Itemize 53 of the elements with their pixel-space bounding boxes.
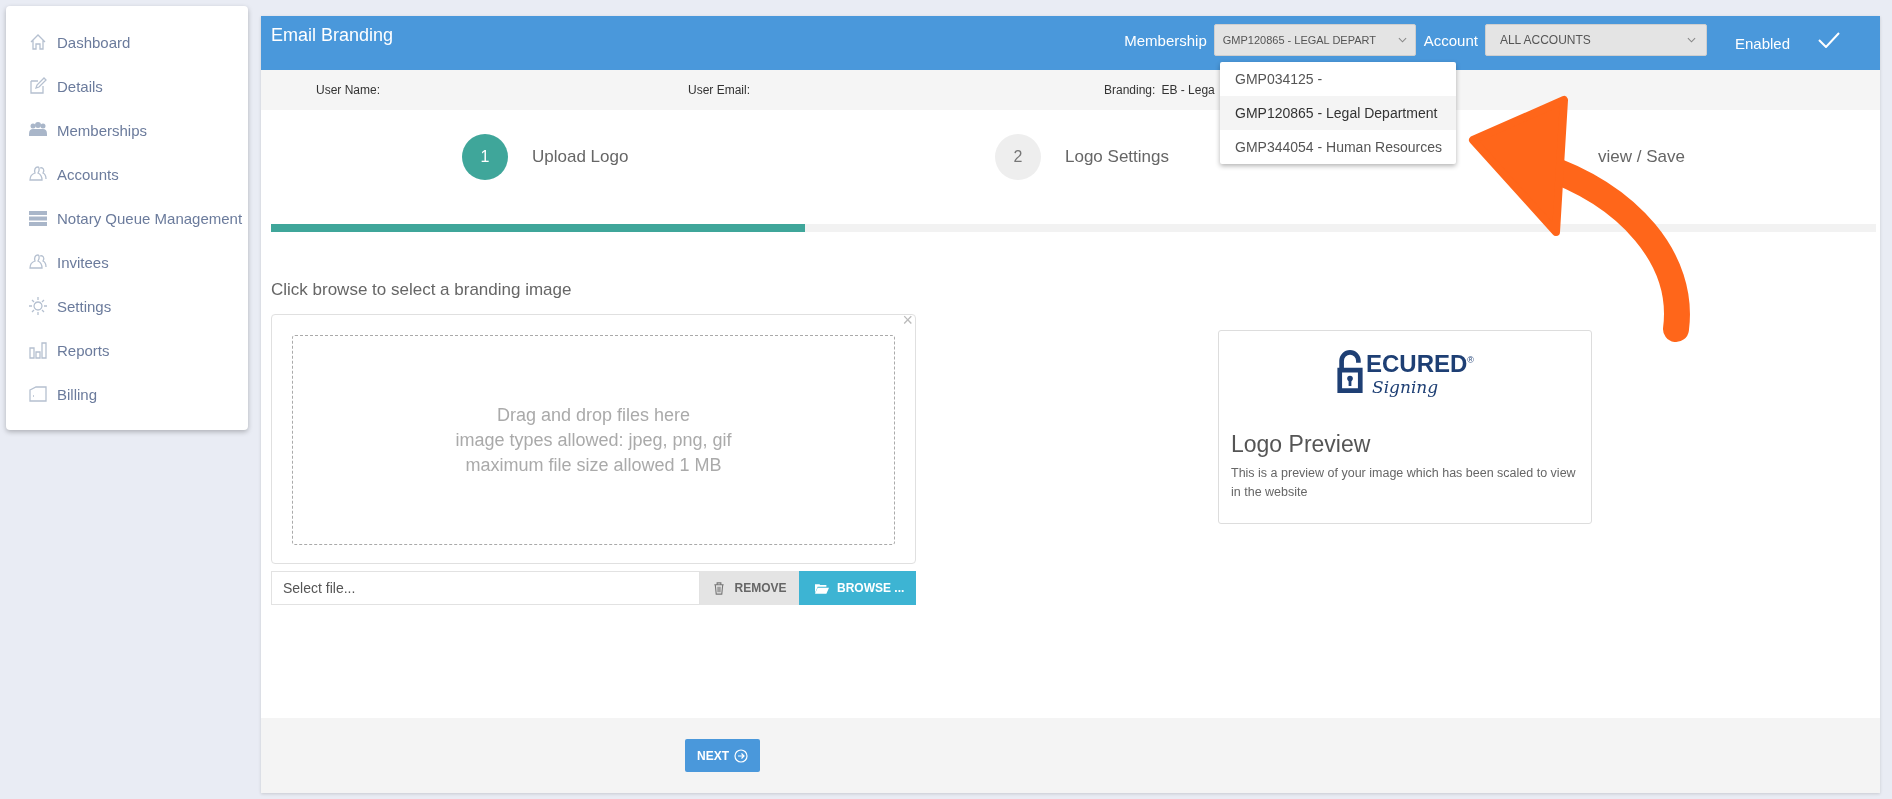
- users-icon: [28, 164, 48, 184]
- bar-chart-icon: [28, 340, 48, 360]
- browse-button[interactable]: BROWSE ...: [799, 571, 916, 605]
- sidebar-item[interactable]: Accounts: [6, 152, 248, 196]
- dropdown-option[interactable]: GMP034125 -: [1220, 62, 1456, 96]
- sidebar-item[interactable]: Billing: [6, 372, 248, 416]
- drop-zone-text: maximum file size allowed 1 MB: [465, 453, 722, 477]
- chevron-icon: [1686, 37, 1696, 43]
- preview-title: Logo Preview: [1231, 431, 1372, 458]
- chevron-icon: [1397, 37, 1407, 43]
- drop-zone-text: Drag and drop files here: [496, 403, 691, 427]
- dropdown-option[interactable]: GMP344054 - Human Resources: [1220, 130, 1456, 164]
- folder-icon: [815, 581, 829, 595]
- user-name-label: User Name:: [316, 83, 381, 97]
- drop-zone[interactable]: Drag and drop files here image types allowed: jpeg, png, gif maximum file size allowed 1 MB: [292, 335, 895, 545]
- check-icon[interactable]: [1818, 32, 1840, 48]
- sidebar-item[interactable]: Memberships: [6, 108, 248, 152]
- next-button[interactable]: NEXT: [685, 739, 760, 772]
- drop-zone-text: image types allowed: jpeg, png, gif: [455, 428, 732, 452]
- sidebar-item[interactable]: Settings: [6, 284, 248, 328]
- branding-label: Branding:: [1104, 83, 1156, 97]
- file-input[interactable]: Select file...: [271, 571, 700, 605]
- server-icon: [28, 208, 48, 228]
- users-icon: [28, 252, 48, 272]
- account-select[interactable]: ALL ACCOUNTS: [1484, 24, 1707, 56]
- user-email-label: User Email:: [688, 83, 751, 97]
- membership-select[interactable]: GMP120865 - LEGAL DEPART: [1213, 24, 1416, 56]
- sidebar-item[interactable]: Notary Queue Management: [6, 196, 248, 240]
- sidebar-item[interactable]: Details: [6, 64, 248, 108]
- preview-description: This is a preview of your image which has been scaled to view in the website: [1231, 465, 1577, 501]
- remove-button[interactable]: REMOVE: [700, 571, 799, 605]
- enabled-label: Enabled: [1734, 34, 1790, 52]
- branding-value: EB - Lega: [1161, 83, 1215, 97]
- sidebar-item[interactable]: Dashboard: [6, 20, 248, 64]
- trash-icon: [712, 581, 727, 595]
- step-label[interactable]: Logo Settings: [1065, 147, 1169, 167]
- step-label[interactable]: view / Save: [1598, 147, 1685, 167]
- home-icon: [28, 32, 48, 52]
- edit-icon: [28, 76, 48, 96]
- logo-script-text: Signing: [1372, 377, 1440, 397]
- padlock-icon: [1336, 348, 1364, 396]
- logo-text: ECURED$^{®}$: [1366, 349, 1474, 377]
- step-number[interactable]: 2: [995, 134, 1041, 180]
- account-label: Account: [1423, 31, 1478, 49]
- sidebar-item[interactable]: Invitees: [6, 240, 248, 284]
- dropdown-option[interactable]: GMP120865 - Legal Department: [1220, 96, 1456, 130]
- membership-label: Membership: [1124, 31, 1207, 49]
- sidebar-item[interactable]: Reports: [6, 328, 248, 372]
- instruction-text: Click browse to select a branding image: [271, 280, 573, 300]
- arrow-right-circle-icon: [734, 748, 748, 763]
- page-title: Email Branding: [271, 25, 394, 46]
- step-number[interactable]: 1: [462, 134, 508, 180]
- step-label[interactable]: Upload Logo: [532, 147, 629, 167]
